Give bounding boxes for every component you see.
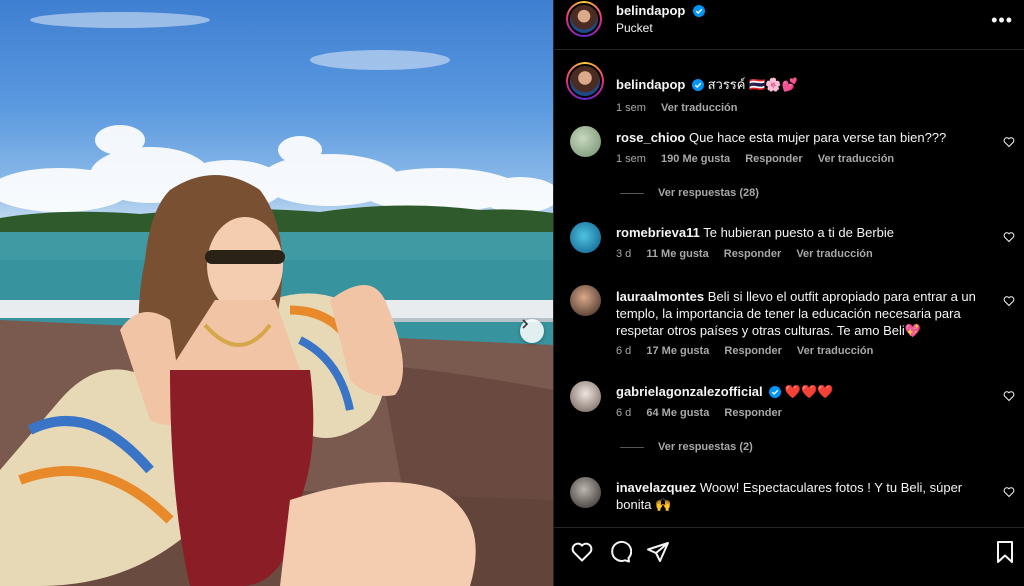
commenter-username[interactable]: gabrielagonzalezofficial xyxy=(616,384,763,399)
comment-item: inavelazquez Woow! Espectaculares fotos … xyxy=(554,476,1024,526)
verified-badge-icon xyxy=(769,386,782,398)
comment-item: gabrielagonzalezofficial ❤️❤️❤️ 6 d 64 M… xyxy=(554,380,1024,460)
caption: belindapop สวรรค์ 🇹🇭🌸💕 1 sem Ver traducc… xyxy=(554,62,1024,122)
commenter-username[interactable]: inavelazquez xyxy=(616,480,696,495)
comment-icon[interactable] xyxy=(608,540,632,564)
post-header: belindapop Pucket ••• xyxy=(554,0,1024,50)
verified-badge-icon xyxy=(692,5,705,17)
author-username[interactable]: belindapop xyxy=(616,3,685,18)
commenter-username[interactable]: romebrieva11 xyxy=(616,225,700,240)
post-panel: belindapop Pucket ••• belindapop สวรรค์ … xyxy=(553,0,1024,586)
heart-icon[interactable] xyxy=(1003,486,1015,498)
comment-item: romebrieva11 Te hubieran puesto a ti de … xyxy=(554,221,1024,266)
comment-time: 3 d xyxy=(616,248,632,260)
caption-translate-link[interactable]: Ver traducción xyxy=(661,102,737,114)
comment-likes[interactable]: 64 Me gusta xyxy=(646,407,709,419)
post-actions-bar xyxy=(554,527,1024,586)
translate-link[interactable]: Ver traducción xyxy=(797,345,873,357)
reply-button[interactable]: Responder xyxy=(724,248,781,260)
heart-icon[interactable] xyxy=(570,540,594,564)
caption-username[interactable]: belindapop xyxy=(616,77,685,92)
comment-likes[interactable]: 190 Me gusta xyxy=(661,153,730,165)
chevron-right-icon xyxy=(522,319,529,329)
reply-button[interactable]: Responder xyxy=(724,407,781,419)
translate-link[interactable]: Ver traducción xyxy=(818,153,894,165)
caption-avatar[interactable] xyxy=(566,62,604,100)
comments-list: belindapop สวรรค์ 🇹🇭🌸💕 1 sem Ver traducc… xyxy=(554,51,1024,527)
comment-text: Que hace esta mujer para verse tan bien?… xyxy=(688,130,947,145)
view-replies-label: Ver respuestas (28) xyxy=(658,187,759,199)
post-location[interactable]: Pucket xyxy=(616,21,653,35)
translate-link[interactable]: Ver traducción xyxy=(796,248,872,260)
heart-icon[interactable] xyxy=(1003,390,1015,402)
post-photo xyxy=(0,0,553,586)
commenter-avatar[interactable] xyxy=(570,222,601,253)
comment-time: 6 d xyxy=(616,407,632,419)
view-replies-label: Ver respuestas (2) xyxy=(658,441,753,453)
comment-item: rose_chioo Que hace esta mujer para vers… xyxy=(554,126,1024,206)
photo-illustration xyxy=(0,12,553,586)
comment-text: ❤️❤️❤️ xyxy=(784,384,834,399)
comment-likes[interactable]: 17 Me gusta xyxy=(646,345,709,357)
commenter-avatar[interactable] xyxy=(570,477,601,508)
verified-badge-icon xyxy=(691,79,704,91)
next-photo-button[interactable] xyxy=(520,319,544,343)
caption-time: 1 sem xyxy=(616,102,646,114)
more-options-icon[interactable]: ••• xyxy=(991,10,1013,31)
commenter-username[interactable]: lauraalmontes xyxy=(616,289,704,304)
bookmark-icon[interactable] xyxy=(994,540,1016,564)
commenter-avatar[interactable] xyxy=(570,285,601,316)
comment-time: 1 sem xyxy=(616,153,646,165)
commenter-avatar[interactable] xyxy=(570,381,601,412)
view-replies-button[interactable]: Ver respuestas (28) xyxy=(620,187,759,199)
commenter-username[interactable]: rose_chioo xyxy=(616,130,685,145)
caption-text: สวรรค์ 🇹🇭🌸💕 xyxy=(707,77,798,92)
reply-button[interactable]: Responder xyxy=(724,345,781,357)
comment-time: 6 d xyxy=(616,345,632,357)
share-icon[interactable] xyxy=(646,540,670,564)
comment-likes[interactable]: 11 Me gusta xyxy=(646,248,708,260)
comment-item: lauraalmontes Beli si llevo el outfit ap… xyxy=(554,285,1024,365)
heart-icon[interactable] xyxy=(1003,295,1015,307)
comment-text: Te hubieran puesto a ti de Berbie xyxy=(703,225,895,240)
author-avatar[interactable] xyxy=(566,1,602,37)
reply-button[interactable]: Responder xyxy=(745,153,802,165)
heart-icon[interactable] xyxy=(1003,136,1015,148)
commenter-avatar[interactable] xyxy=(570,126,601,157)
view-replies-button[interactable]: Ver respuestas (2) xyxy=(620,441,753,453)
heart-icon[interactable] xyxy=(1003,231,1015,243)
